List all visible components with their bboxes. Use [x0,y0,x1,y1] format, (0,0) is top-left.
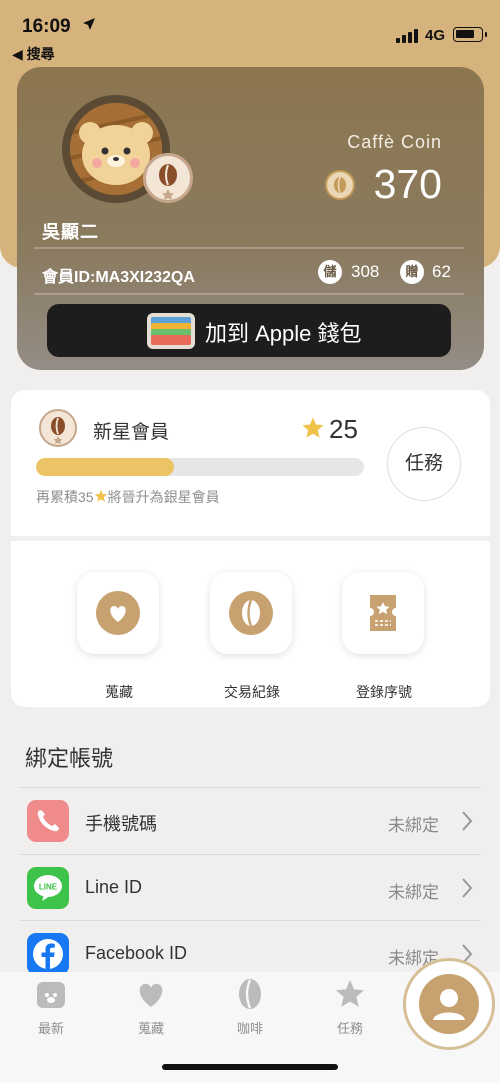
heart-icon [135,978,167,1010]
star-count: 25 [329,414,358,444]
coffee-bean-icon [229,591,273,635]
chevron-right-icon [462,811,473,831]
wallet-icon [147,313,195,349]
network-type: 4G [425,27,446,44]
tab-profile[interactable] [403,958,495,1050]
svg-text:LINE: LINE [39,883,58,892]
star-icon [334,978,366,1010]
bind-row-line[interactable]: LINE Line ID 未綁定 [19,854,481,921]
add-to-apple-wallet-button[interactable]: 加到 Apple 錢包 [47,304,451,357]
heart-icon [96,591,140,635]
level-hint: 再累積35 將晉升為銀星會員 [36,487,220,507]
coin-label: Caffè Coin [347,132,442,152]
gift-points: 62 [432,262,451,281]
ticket-icon [361,591,405,635]
membership-level-card: 新星會員 25 再累積35 將晉升為銀星會員 任務 [11,390,490,536]
member-card: 吳顯二 Caffè Coin 370 會員ID:MA3XI232QA 儲 308… [17,67,484,370]
redeem-code-tile[interactable] [342,572,424,654]
transactions-label: 交易紀錄 [224,684,280,700]
coin-balance: 370 [373,161,442,207]
card-divider [34,293,464,295]
star-icon [94,489,107,502]
tab-bar: 最新 蒐藏 咖啡 任務 [0,958,500,1083]
coffee-bean-icon [234,978,266,1010]
member-level-badge-icon [39,409,77,447]
tab-label: 咖啡 [236,1021,263,1036]
tab-label: 最新 [37,1021,64,1036]
gift-points-icon: 贈 [400,260,424,284]
tab-coffee[interactable]: 咖啡 [220,978,280,1037]
level-progress-bar [36,458,364,476]
member-level-badge-icon [143,153,193,203]
tab-label: 蒐藏 [137,1021,164,1036]
quick-actions-card: 蒐藏 交易紀錄 登錄序號 [11,541,490,707]
favorites-label: 蒐藏 [105,684,133,700]
home-indicator [162,1064,338,1070]
wallet-button-label: 加到 Apple 錢包 [205,321,362,346]
status-time: 16:09 [22,16,71,37]
status-bar: 16:09 ◀ 搜尋 4G [0,0,500,62]
back-to-search-link[interactable]: ◀ 搜尋 [12,44,55,64]
bind-row-status: 未綁定 [388,883,439,902]
member-name: 吳顯二 [42,222,99,242]
stored-points-icon: 儲 [318,260,342,284]
tab-tasks[interactable]: 任務 [320,978,380,1037]
tab-label: 任務 [336,1021,363,1036]
task-button[interactable]: 任務 [387,427,461,501]
level-hint-suffix: 將晉升為銀星會員 [107,489,220,505]
tab-latest[interactable]: 最新 [21,978,81,1037]
card-divider [34,247,464,249]
phone-icon [27,800,69,842]
bind-row-status: 未綁定 [388,816,439,835]
tab-favorites[interactable]: 蒐藏 [121,978,181,1037]
stored-points: 308 [351,262,380,281]
favorites-tile[interactable] [77,572,159,654]
coin-icon [325,170,355,200]
bind-row-label: Line ID [85,877,143,897]
battery-icon [453,27,487,42]
bind-row-label: 手機號碼 [85,814,157,834]
level-name: 新星會員 [93,422,170,443]
transactions-action[interactable]: 交易紀錄 [210,572,294,702]
signal-icon [396,29,418,43]
bind-row-label: Facebook ID [85,943,188,963]
bind-row-phone[interactable]: 手機號碼 未綁定 [19,787,481,854]
profile-icon [419,974,479,1034]
location-arrow-icon [83,18,95,30]
level-progress-fill [36,458,174,476]
bear-icon [35,978,67,1010]
redeem-code-label: 登錄序號 [356,684,412,700]
line-icon: LINE [27,867,69,909]
bind-accounts-title: 綁定帳號 [25,746,114,771]
transactions-tile[interactable] [210,572,292,654]
favorites-action[interactable]: 蒐藏 [77,572,161,702]
star-icon [302,417,324,438]
facebook-icon [27,933,69,975]
redeem-code-action[interactable]: 登錄序號 [342,572,426,702]
level-hint-prefix: 再累積35 [36,489,94,505]
member-id: 會員ID:MA3XI232QA [42,269,195,286]
chevron-right-icon [462,878,473,898]
